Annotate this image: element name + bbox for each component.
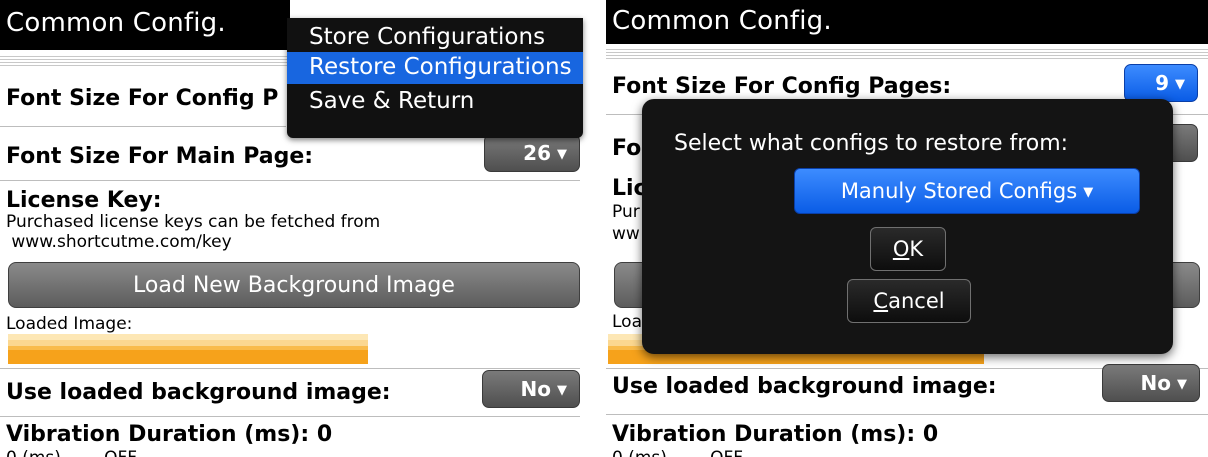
dialog-title: Select what configs to restore from: <box>674 131 1069 156</box>
chevron-down-icon: ▼ <box>557 383 567 398</box>
chevron-down-icon: ▼ <box>1083 185 1094 200</box>
font-config-dropdown[interactable]: 9 ▼ <box>1124 64 1198 102</box>
font-main-dropdown[interactable]: 26 ▼ <box>484 134 580 172</box>
page-title: Common Config. <box>6 8 226 38</box>
divider <box>0 126 286 127</box>
license-desc-line2: www.shortcutme.com/key <box>6 232 232 252</box>
use-bg-value: No <box>1140 371 1171 395</box>
title-bar: Common Config. <box>0 0 290 50</box>
title-bar: Common Config. <box>606 0 1208 44</box>
menu-item-store[interactable]: Store Configurations <box>287 22 583 54</box>
options-menu: Store Configurations Restore Configurati… <box>287 18 583 138</box>
license-desc-line2: ww <box>612 224 640 244</box>
font-config-label: Font Size For Config P <box>6 86 279 111</box>
loaded-image-label: Loaded Image: <box>6 314 133 334</box>
divider <box>606 414 1208 415</box>
use-bg-dropdown[interactable]: No ▼ <box>1102 364 1200 402</box>
divider <box>0 180 580 181</box>
restore-source-value: Manuly Stored Configs <box>840 179 1078 203</box>
cancel-mnemonic: C <box>873 289 889 313</box>
ok-label-rest: K <box>909 237 924 261</box>
divider <box>0 368 580 369</box>
license-desc-line1: Purchased license keys can be fetched fr… <box>6 212 381 232</box>
use-bg-label: Use loaded background image: <box>612 374 997 399</box>
vibration-sub: 0 (ms) OFF <box>612 448 743 457</box>
use-bg-value: No <box>520 377 551 401</box>
vibration-label: Vibration Duration (ms): 0 <box>612 422 939 447</box>
font-main-label: Font Size For Main Page: <box>6 144 314 169</box>
cancel-label-rest: ancel <box>888 289 945 313</box>
loaded-image-preview <box>8 334 368 364</box>
vibration-sub: 0 (ms) OFF <box>6 448 137 457</box>
license-label: License Key: <box>6 188 162 213</box>
load-background-button[interactable]: Load New Background Image <box>8 262 580 308</box>
use-bg-dropdown[interactable]: No ▼ <box>482 370 580 408</box>
license-desc-line1: Pur <box>612 202 640 222</box>
screen-gap <box>590 0 606 457</box>
restore-dialog: Select what configs to restore from: Man… <box>642 99 1173 354</box>
divider <box>0 416 580 417</box>
cancel-button[interactable]: Cancel <box>847 279 971 323</box>
left-screen: Common Config. Font Size For Config P Fo… <box>0 0 590 457</box>
font-main-label: Fo <box>612 136 642 161</box>
menu-item-save-return[interactable]: Save & Return <box>287 86 583 118</box>
vibration-label: Vibration Duration (ms): 0 <box>6 422 333 447</box>
ok-button[interactable]: OK <box>870 227 946 271</box>
use-bg-label: Use loaded background image: <box>6 380 391 405</box>
loaded-image-label: Loa <box>612 312 642 332</box>
font-config-value: 9 <box>1155 71 1169 95</box>
font-main-value: 26 <box>523 141 551 165</box>
page-title: Common Config. <box>612 6 832 36</box>
restore-source-select[interactable]: Manuly Stored Configs ▼ <box>794 168 1140 214</box>
font-config-label: Font Size For Config Pages: <box>612 74 952 99</box>
right-screen: Common Config. Font Size For Config Page… <box>606 0 1208 457</box>
chevron-down-icon: ▼ <box>1177 377 1187 392</box>
chevron-down-icon: ▼ <box>557 147 567 162</box>
title-separator <box>606 47 1208 61</box>
chevron-down-icon: ▼ <box>1175 77 1185 92</box>
menu-item-restore[interactable]: Restore Configurations <box>287 52 583 84</box>
ok-mnemonic: O <box>892 237 910 261</box>
